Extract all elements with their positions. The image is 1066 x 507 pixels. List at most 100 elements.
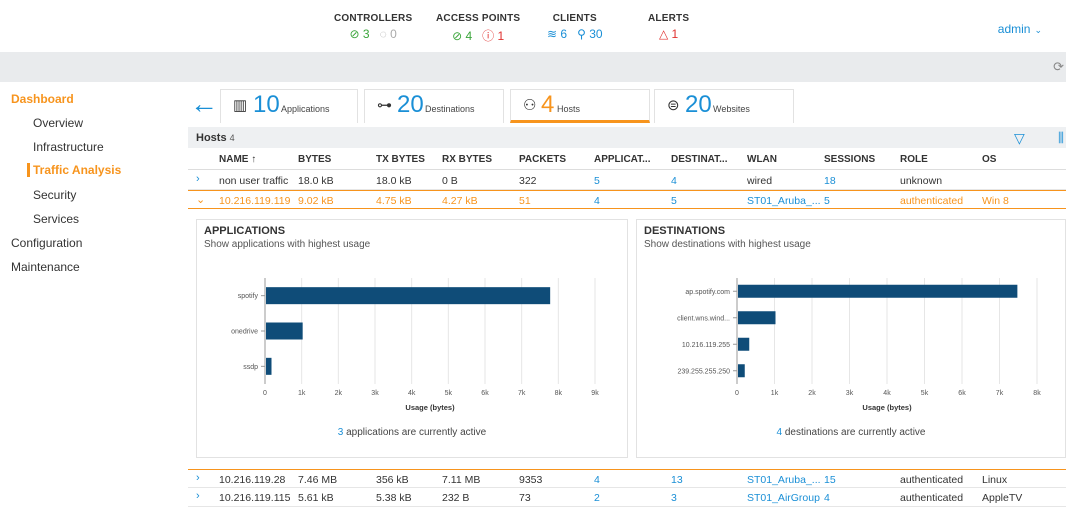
column-rx-bytes[interactable]: RX BYTES (442, 154, 492, 165)
hosts-header: Hosts 4 ▽ ⫼ (188, 127, 1066, 148)
filter-icon[interactable]: ▽ (1014, 130, 1025, 147)
cell-name: 10.216.119.28 (219, 474, 286, 486)
sidebar-item-traffic-analysis[interactable]: Traffic Analysis (27, 163, 121, 177)
column-wlan[interactable]: WLAN (747, 154, 777, 165)
cell-sessions[interactable]: 4 (824, 492, 830, 504)
alerts-title: ALERTS (648, 13, 690, 24)
x-tick-label: 0 (735, 390, 739, 397)
chevron-down-icon[interactable]: ⌄ (196, 193, 205, 206)
back-arrow-icon[interactable]: ← (190, 90, 218, 118)
clients-wired: ⚲ 30 (577, 27, 603, 41)
cell-os: AppleTV (982, 492, 1023, 504)
cell-applications[interactable]: 4 (594, 195, 600, 207)
sidebar-item-maintenance[interactable]: Maintenance (11, 260, 80, 274)
tab-websites[interactable]: ⊜ 20 Websites (654, 89, 794, 123)
cell-role: authenticated (900, 492, 964, 504)
cell-packets: 51 (519, 195, 531, 207)
table-row[interactable]: › 10.216.119.115 5.61 kB 5.38 kB 232 B 7… (188, 488, 1066, 507)
destinations-active-count[interactable]: 4 (777, 427, 783, 438)
x-tick-label: 2k (335, 390, 343, 397)
user-menu[interactable]: admin ⌄ (998, 22, 1042, 36)
alerts-count: △ 1 (658, 27, 679, 41)
column-bytes[interactable]: BYTES (298, 154, 331, 165)
columns-icon[interactable]: ⫼ (1058, 130, 1064, 146)
controllers-title: CONTROLLERS (334, 13, 413, 24)
x-tick-label: 6k (481, 390, 489, 397)
controllers-stat[interactable]: CONTROLLERS ⊘ 3 ◌ 0 (334, 13, 412, 41)
cell-packets: 9353 (519, 474, 543, 486)
cell-rx-bytes: 7.11 MB (442, 474, 481, 486)
cell-wlan[interactable]: ST01_AirGroup (747, 492, 820, 504)
chevron-right-icon[interactable]: › (196, 490, 200, 502)
cell-sessions[interactable]: 5 (824, 195, 830, 207)
column-name[interactable]: NAME ↑ (219, 154, 256, 165)
cell-applications[interactable]: 2 (594, 492, 600, 504)
column-sessions[interactable]: SESSIONS (824, 154, 875, 165)
x-tick-label: 6k (958, 390, 966, 397)
access-points-stat[interactable]: ACCESS POINTS ⊘ 4 ⓘ 1 (436, 13, 520, 44)
cell-packets: 73 (519, 492, 531, 504)
cell-role: unknown (900, 175, 943, 187)
cell-destinations[interactable]: 13 (671, 474, 683, 486)
bar (266, 322, 303, 340)
column-destinations[interactable]: DESTINAT... (671, 154, 727, 165)
cell-applications[interactable]: 5 (594, 175, 600, 187)
sidebar-item-dashboard[interactable]: Dashboard (11, 92, 74, 106)
controllers-up: ⊘ 3 (349, 27, 370, 41)
x-tick-label: 1k (298, 390, 306, 397)
column-tx-bytes[interactable]: TX BYTES (376, 154, 425, 165)
hosts-icon: ⚇ (523, 97, 537, 114)
bar (266, 287, 551, 305)
x-tick-label: 4k (408, 390, 416, 397)
chevron-right-icon[interactable]: › (196, 472, 200, 484)
sidebar-item-services[interactable]: Services (33, 212, 79, 226)
tab-websites-label: Websites (713, 104, 750, 114)
cell-sessions[interactable]: 15 (824, 474, 836, 486)
cell-applications[interactable]: 4 (594, 474, 600, 486)
access-points-up: ⊘ 4 (452, 29, 473, 43)
applications-active-count[interactable]: 3 (338, 427, 344, 438)
applications-icon: ▥ (233, 97, 248, 114)
tab-destinations-label: Destinations (425, 104, 475, 114)
cell-destinations[interactable]: 3 (671, 492, 677, 504)
applications-active-text: 3 applications are currently active (337, 427, 487, 438)
table-row-expanded[interactable]: ⌄ 10.216.119.119 9.02 kB 4.75 kB 4.27 kB… (188, 190, 1066, 209)
tab-applications[interactable]: ▥ 10 Applications (220, 89, 358, 123)
x-tick-label: 3k (846, 390, 854, 397)
table-row[interactable]: › non user traffic 18.0 kB 18.0 kB 0 B 3… (188, 171, 1066, 190)
column-os[interactable]: OS (982, 154, 996, 165)
tab-applications-label: Applications (281, 104, 330, 114)
cell-destinations[interactable]: 5 (671, 195, 677, 207)
x-tick-label: 5k (445, 390, 453, 397)
cell-wlan[interactable]: ST01_Aruba_... (747, 195, 821, 207)
applications-panel: APPLICATIONS Show applications with high… (196, 219, 628, 458)
controllers-down: ◌ 0 (379, 27, 397, 41)
tab-hosts[interactable]: ⚇ 4 Hosts (510, 89, 650, 123)
sidebar-item-configuration[interactable]: Configuration (11, 236, 82, 250)
column-role[interactable]: ROLE (900, 154, 928, 165)
tab-destinations[interactable]: ⊶ 20 Destinations (364, 89, 504, 123)
x-tick-label: 7k (518, 390, 526, 397)
sidebar-item-security[interactable]: Security (33, 188, 76, 202)
cell-role: authenticated (900, 474, 964, 486)
refresh-icon[interactable]: ⟳ (1053, 59, 1064, 75)
destinations-chart: 0 1k 2k 3k 4k 5k 6k 7k 8k ap.spotify.com client.wn… (677, 278, 1041, 412)
x-tick-label: 9k (591, 390, 599, 397)
cell-rx-bytes: 0 B (442, 175, 458, 187)
bar (738, 364, 745, 378)
chevron-right-icon[interactable]: › (196, 173, 200, 185)
clients-wifi: ≋ 6 (547, 27, 568, 41)
cell-wlan[interactable]: ST01_Aruba_... (747, 474, 821, 486)
column-applications[interactable]: APPLICAT... (594, 154, 650, 165)
alerts-stat[interactable]: ALERTS △ 1 (648, 13, 689, 41)
cell-sessions[interactable]: 18 (824, 175, 836, 187)
cell-destinations[interactable]: 4 (671, 175, 677, 187)
sidebar-item-infrastructure[interactable]: Infrastructure (33, 140, 104, 154)
table-row[interactable]: › 10.216.119.28 7.46 MB 356 kB 7.11 MB 9… (188, 469, 1066, 488)
x-tick-label: 8k (1033, 390, 1041, 397)
hosts-count: 4 (229, 133, 235, 143)
sidebar-item-overview[interactable]: Overview (33, 116, 83, 130)
category-label: ap.spotify.com (685, 289, 730, 296)
clients-stat[interactable]: CLIENTS ≋ 6 ⚲ 30 (542, 13, 608, 41)
column-packets[interactable]: PACKETS (519, 154, 566, 165)
